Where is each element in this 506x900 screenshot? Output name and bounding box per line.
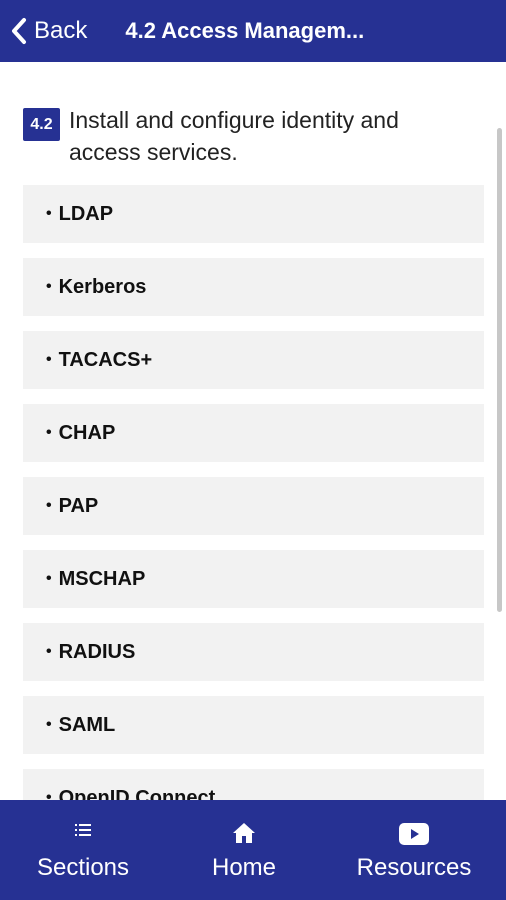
list-item[interactable]: • SAML xyxy=(23,696,484,754)
objective-header: 4.2 Install and configure identity and a… xyxy=(23,104,463,168)
home-icon xyxy=(233,823,255,843)
item-label: TACACS+ xyxy=(58,348,153,371)
bullet: • xyxy=(46,789,52,800)
item-label: MSCHAP xyxy=(58,567,146,590)
back-label: Back xyxy=(34,17,88,44)
list-item[interactable]: • LDAP xyxy=(23,185,484,243)
bullet: • xyxy=(46,278,52,295)
bottom-navigation: Sections Home Resources xyxy=(0,800,506,900)
play-icon xyxy=(399,823,429,845)
bullet: • xyxy=(46,424,52,441)
item-label: LDAP xyxy=(58,202,114,225)
nav-sections[interactable]: Sections xyxy=(0,800,166,900)
nav-home[interactable]: Home xyxy=(162,800,326,900)
objective-badge: 4.2 xyxy=(23,108,60,141)
nav-resources[interactable]: Resources xyxy=(330,800,498,900)
list-item[interactable]: • CHAP xyxy=(23,404,484,462)
bullet: • xyxy=(46,351,52,368)
objective-text: Install and configure identity and acces… xyxy=(69,107,399,165)
back-button[interactable]: Back xyxy=(0,0,87,62)
list-item[interactable]: • OpenID Connect xyxy=(23,769,484,800)
item-label: RADIUS xyxy=(58,640,136,663)
list-item[interactable]: • RADIUS xyxy=(23,623,484,681)
bullet: • xyxy=(46,570,52,587)
list-icon xyxy=(75,824,91,836)
list-item[interactable]: • MSCHAP xyxy=(23,550,484,608)
page-title: 4.2 Access Managem... xyxy=(125,18,365,43)
item-label: CHAP xyxy=(58,421,116,444)
nav-label: Sections xyxy=(36,854,130,881)
nav-label: Resources xyxy=(356,854,472,881)
bullet: • xyxy=(46,205,52,222)
bullet: • xyxy=(46,643,52,660)
scrollbar[interactable] xyxy=(497,128,502,612)
item-label: Kerberos xyxy=(58,275,147,298)
list-item[interactable]: • Kerberos xyxy=(23,258,484,316)
content-area[interactable]: 4.2 Install and configure identity and a… xyxy=(0,62,506,800)
bullet: • xyxy=(46,716,52,733)
top-app-bar: Back 4.2 Access Managem... xyxy=(0,0,506,62)
bullet: • xyxy=(46,497,52,514)
item-label: PAP xyxy=(58,494,99,517)
list-item[interactable]: • TACACS+ xyxy=(23,331,484,389)
item-label: OpenID Connect xyxy=(58,786,216,801)
item-label: SAML xyxy=(58,713,116,736)
chevron-left-icon xyxy=(12,18,26,44)
list-item[interactable]: • PAP xyxy=(23,477,484,535)
nav-label: Home xyxy=(211,854,277,881)
